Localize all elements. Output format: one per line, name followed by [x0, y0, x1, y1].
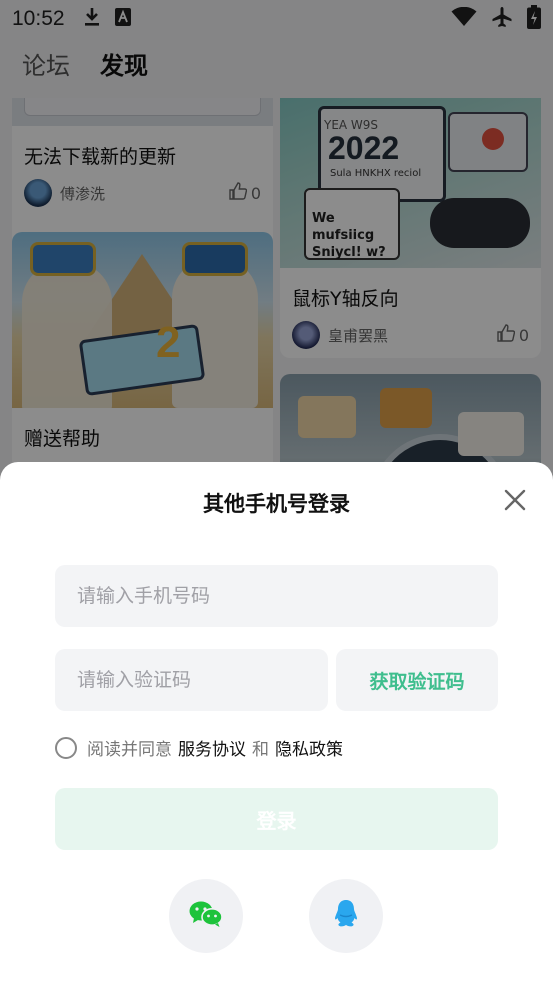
login-sheet: 其他手机号登录 获取验证码 阅读并同意 服务协议 和 隐私政策 登录 — [0, 462, 553, 983]
terms-link[interactable]: 服务协议 — [178, 735, 246, 760]
agree-checkbox[interactable] — [55, 736, 77, 759]
sheet-title: 其他手机号登录 — [203, 492, 350, 516]
and-label: 和 — [252, 740, 269, 760]
qq-login-button[interactable] — [309, 879, 383, 953]
wechat-icon — [189, 900, 223, 932]
privacy-link[interactable]: 隐私政策 — [275, 735, 343, 760]
phone-input[interactable] — [55, 565, 498, 627]
wechat-login-button[interactable] — [169, 879, 243, 953]
get-code-button[interactable]: 获取验证码 — [336, 649, 498, 711]
close-icon[interactable] — [503, 488, 527, 512]
app-screen: 10:52 论坛 发现 无法下载新的更新 傅渗洗 0 YEA W9S 2022 … — [0, 0, 553, 983]
qq-icon — [333, 899, 359, 933]
verification-code-input[interactable] — [55, 649, 328, 711]
agree-prefix: 阅读并同意 — [87, 740, 172, 760]
agreement-row: 阅读并同意 服务协议 和 隐私政策 — [55, 735, 343, 760]
login-button[interactable]: 登录 — [55, 788, 498, 850]
